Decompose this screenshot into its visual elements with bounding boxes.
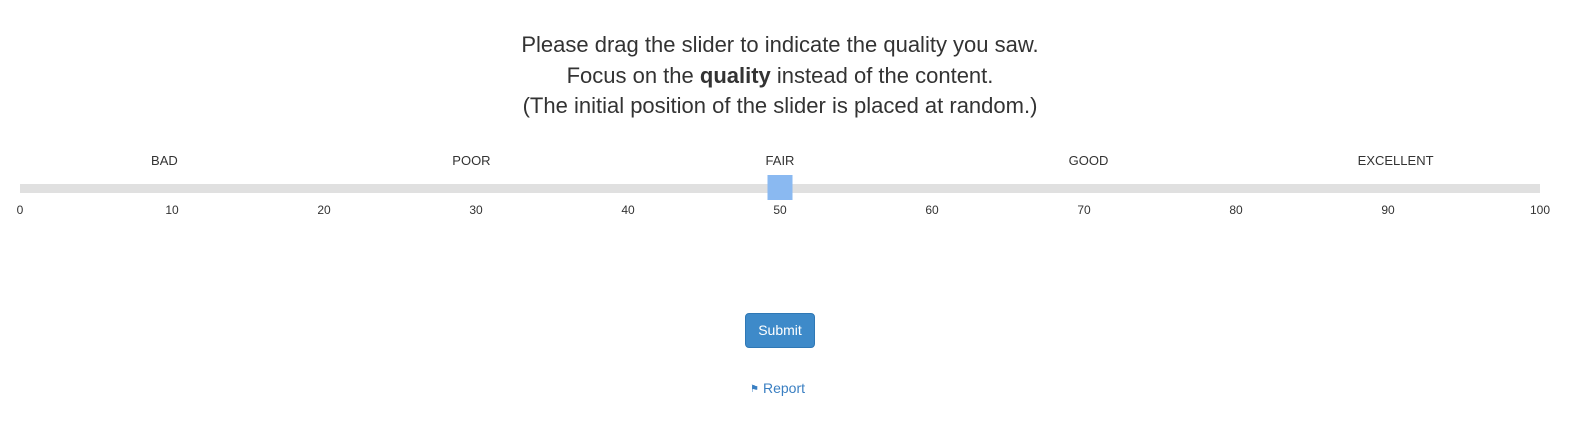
rating-page: Please drag the slider to indicate the q… [0, 0, 1584, 424]
quality-label-excellent: EXCELLENT [1357, 153, 1434, 168]
tick-label-60: 60 [925, 203, 939, 217]
quality-slider[interactable]: BAD POOR FAIR GOOD EXCELLENT 0 10 20 30 40 50 60 70 8… [16, 150, 1550, 230]
tick-label-0: 0 [16, 203, 24, 217]
tick-label-70: 70 [1077, 203, 1091, 217]
instruction-line-2-suffix: instead of the content. [770, 62, 994, 88]
tick-label-80: 80 [1229, 203, 1243, 217]
submit-button[interactable]: Submit [745, 313, 815, 348]
tick-label-10: 10 [165, 203, 179, 217]
instruction-line-2-prefix: Focus on the [566, 62, 700, 88]
flag-icon: ⚑ [750, 384, 759, 395]
tick-label-20: 20 [317, 203, 331, 217]
instructions: Please drag the slider to indicate the q… [0, 30, 1560, 122]
tick-label-40: 40 [621, 203, 635, 217]
quality-label-good: GOOD [1068, 153, 1109, 168]
quality-label-fair: FAIR [765, 153, 795, 168]
tick-label-50: 50 [773, 203, 787, 217]
report-label: Report [762, 380, 805, 396]
instruction-line-1: Please drag the slider to indicate the q… [521, 32, 1039, 57]
instruction-line-2: Focus on the quality instead of the cont… [0, 61, 1560, 92]
quality-label-bad: BAD [151, 153, 178, 168]
tick-label-90: 90 [1381, 203, 1395, 217]
slider-handle[interactable] [767, 175, 793, 200]
instruction-line-3: (The initial position of the slider is p… [522, 93, 1038, 118]
report-link[interactable]: ⚑ Report [750, 380, 805, 396]
tick-label-30: 30 [469, 203, 483, 217]
tick-label-100: 100 [1529, 203, 1551, 217]
instruction-emphasis: quality [699, 62, 771, 88]
quality-label-poor: POOR [452, 153, 491, 168]
